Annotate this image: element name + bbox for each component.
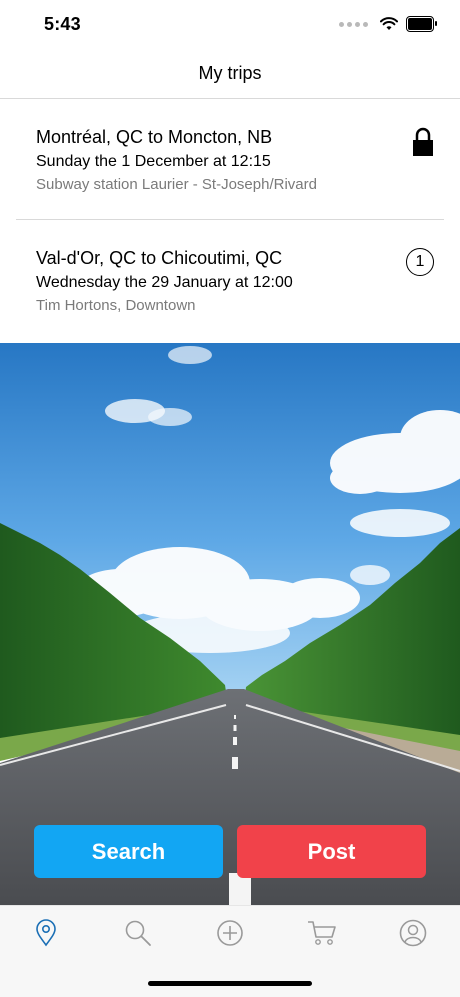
trip-route: Montréal, QC to Moncton, NB bbox=[36, 127, 273, 147]
search-icon bbox=[125, 920, 151, 946]
home-indicator[interactable] bbox=[148, 981, 312, 986]
page-title: My trips bbox=[198, 63, 262, 83]
search-button[interactable]: Search bbox=[34, 825, 223, 878]
cellular-signal-icon bbox=[339, 21, 368, 27]
cart-icon bbox=[308, 921, 336, 945]
status-indicators bbox=[339, 16, 437, 32]
trip-row[interactable]: Montréal, QC to Moncton, NB Sunday the 1… bbox=[0, 99, 460, 220]
battery-icon bbox=[406, 16, 437, 32]
trip-datetime: Wednesday the 29 January at 12:00 bbox=[36, 274, 293, 291]
status-bar: 5:43 bbox=[0, 0, 460, 52]
tab-add[interactable] bbox=[215, 918, 245, 948]
hero-road-image bbox=[0, 343, 460, 905]
tab-search[interactable] bbox=[123, 918, 153, 948]
count-badge: 1 bbox=[406, 248, 434, 276]
navigation-bar: My trips bbox=[0, 52, 460, 99]
trip-route: Val-d'Or, QC to Chicoutimi, QC bbox=[36, 248, 283, 268]
badge-count: 1 bbox=[406, 248, 434, 276]
tab-cart[interactable] bbox=[307, 918, 337, 948]
trip-datetime: Sunday the 1 December at 12:15 bbox=[36, 153, 271, 170]
post-button[interactable]: Post bbox=[237, 825, 426, 878]
trip-location: Subway station Laurier - St-Joseph/Rivar… bbox=[36, 176, 317, 193]
add-circle-icon bbox=[217, 920, 243, 946]
road-landscape-illustration bbox=[0, 343, 460, 905]
map-pin-icon bbox=[36, 919, 56, 947]
trip-list: Montréal, QC to Moncton, NB Sunday the 1… bbox=[0, 99, 460, 342]
wifi-icon bbox=[380, 17, 398, 30]
status-time: 5:43 bbox=[44, 14, 81, 34]
tab-trips[interactable] bbox=[31, 918, 61, 948]
trip-location: Tim Hortons, Downtown bbox=[36, 297, 196, 314]
lock-icon bbox=[412, 127, 434, 162]
profile-icon bbox=[399, 919, 427, 947]
trip-row[interactable]: Val-d'Or, QC to Chicoutimi, QC Wednesday… bbox=[0, 220, 460, 342]
tab-profile[interactable] bbox=[398, 918, 428, 948]
